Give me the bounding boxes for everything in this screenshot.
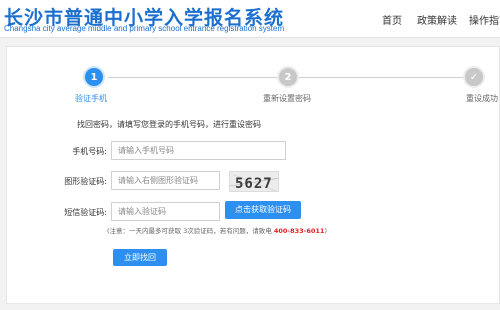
note-suffix: )	[324, 227, 327, 235]
step-2-label: 重新设置密码	[263, 94, 311, 103]
site-header: 长沙市普通中小学入学报名系统 Changsha city average mid…	[0, 0, 500, 38]
progress-line-2	[298, 77, 465, 78]
instruction-text: 找回密码，请填写您登录的手机号码，进行重设密码	[77, 120, 261, 129]
submit-recover-button[interactable]: 立即找回	[113, 249, 167, 266]
captcha-image[interactable]: 5627	[229, 171, 279, 192]
step-1-label: 验证手机	[75, 94, 107, 103]
nav-guide[interactable]: 操作指南	[469, 12, 500, 27]
captcha-label: 图形验证码:	[64, 177, 107, 186]
phone-label: 手机号码:	[72, 147, 107, 156]
step-3-check-icon: ✓	[465, 68, 483, 86]
support-phone: 400-833-6011	[273, 227, 325, 235]
captcha-text: 5627	[235, 176, 273, 192]
get-sms-code-button[interactable]: 点击获取验证码	[225, 201, 301, 219]
nav-policy[interactable]: 政策解读	[417, 12, 457, 27]
sms-label: 短信验证码:	[64, 208, 107, 217]
sms-code-input[interactable]	[111, 202, 220, 221]
step-2-circle: 2	[279, 68, 297, 86]
sms-limit-note: (注意：一天内最多可获取 3次验证码，若有问题，请致电 400-833-6011…	[107, 225, 327, 235]
reset-password-panel: 1 2 ✓ 验证手机 重新设置密码 重设成功 找回密码，请填写您登录的手机号码，…	[6, 46, 500, 304]
step-3-label: 重设成功	[466, 94, 498, 103]
captcha-input[interactable]	[111, 171, 220, 190]
nav-home[interactable]: 首页	[382, 12, 402, 27]
step-1-circle: 1	[85, 68, 103, 86]
site-subtitle: Changsha city average middle and primary…	[4, 24, 285, 33]
note-prefix: (注意：一天内最多可获取 3次验证码，若有问题，请致电	[107, 227, 274, 235]
phone-input[interactable]	[111, 141, 286, 160]
progress-line-1	[108, 77, 278, 78]
